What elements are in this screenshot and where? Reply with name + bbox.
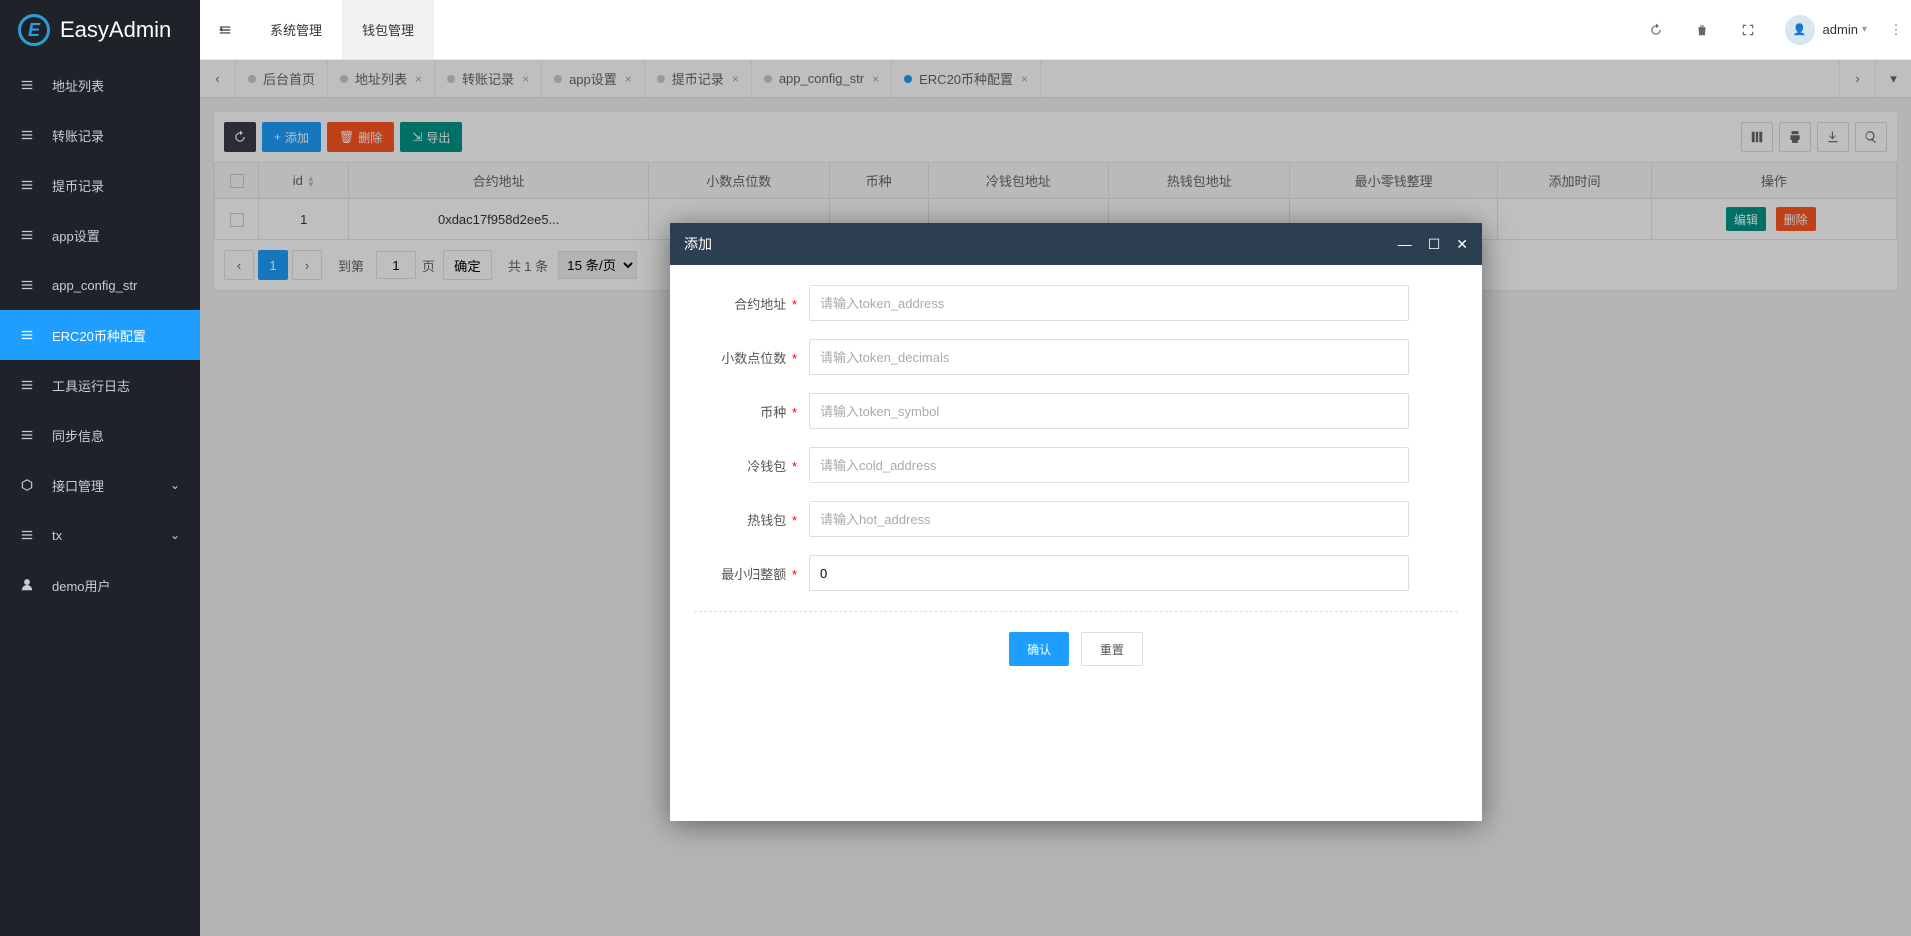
sidebar: E EasyAdmin 地址列表转账记录提币记录 app设置 app_config_… xyxy=(0,0,200,936)
label-token-decimals: 小数点位数 * xyxy=(694,348,809,367)
dialog-header[interactable]: 添加 — ☐ ✕ xyxy=(670,223,1482,265)
sidebar-item-label: 同步信息 xyxy=(52,426,104,445)
sidebar-item-label: app_config_str xyxy=(52,278,137,293)
form-divider xyxy=(694,611,1458,612)
list-icon xyxy=(20,228,40,242)
list-icon xyxy=(20,378,40,392)
sidebar-item-label: demo用户 xyxy=(52,576,111,595)
caret-down-icon: ▾ xyxy=(1862,24,1867,35)
list-icon xyxy=(20,328,40,342)
more-button[interactable]: ⋮ xyxy=(1881,22,1911,38)
sidebar-item-7[interactable]: 同步信息 xyxy=(0,410,200,460)
user-icon xyxy=(20,578,40,592)
menu-toggle-button[interactable] xyxy=(200,0,250,59)
dialog-reset-button[interactable]: 重置 xyxy=(1081,632,1143,666)
avatar: 👤 xyxy=(1785,15,1815,45)
expand-icon xyxy=(1741,23,1755,37)
sidebar-item-5[interactable]: ERC20币种配置 xyxy=(0,310,200,360)
sidebar-item-6[interactable]: 工具运行日志 xyxy=(0,360,200,410)
delete-top-button[interactable] xyxy=(1679,0,1725,59)
dialog-minimize-button[interactable]: — xyxy=(1398,236,1412,253)
input-hot-address[interactable] xyxy=(809,501,1409,537)
sidebar-item-2[interactable]: 提币记录 xyxy=(0,160,200,210)
top-tab-1[interactable]: 钱包管理 xyxy=(342,0,434,59)
input-cold-address[interactable] xyxy=(809,447,1409,483)
input-token-symbol[interactable] xyxy=(809,393,1409,429)
brand-text: EasyAdmin xyxy=(60,17,171,43)
cube-icon xyxy=(20,478,40,492)
refresh-icon xyxy=(1649,23,1663,37)
logo[interactable]: E EasyAdmin xyxy=(0,0,200,60)
list-icon xyxy=(20,178,40,192)
label-cold-address: 冷钱包 * xyxy=(694,456,809,475)
add-dialog: 添加 — ☐ ✕ 合约地址 * 小数点位数 * 币种 * 冷钱包 * xyxy=(670,223,1482,821)
sidebar-item-label: 工具运行日志 xyxy=(52,376,130,395)
fullscreen-button[interactable] xyxy=(1725,0,1771,59)
username: admin xyxy=(1823,22,1858,37)
label-min-amount: 最小归整额 * xyxy=(694,564,809,583)
sidebar-menu: 地址列表转账记录提币记录 app设置 app_config_str ERC20币种配置… xyxy=(0,60,200,936)
dialog-title: 添加 xyxy=(684,234,712,254)
list-icon xyxy=(20,528,40,542)
sidebar-item-0[interactable]: 地址列表 xyxy=(0,60,200,110)
sidebar-item-1[interactable]: 转账记录 xyxy=(0,110,200,160)
refresh-button[interactable] xyxy=(1633,0,1679,59)
label-hot-address: 热钱包 * xyxy=(694,510,809,529)
sidebar-item-10[interactable]: demo用户 xyxy=(0,560,200,610)
sidebar-item-label: ERC20币种配置 xyxy=(52,326,146,345)
sidebar-item-label: 提币记录 xyxy=(52,176,104,195)
dialog-maximize-button[interactable]: ☐ xyxy=(1428,236,1441,253)
user-dropdown[interactable]: 👤 admin ▾ xyxy=(1771,0,1881,59)
logo-icon: E xyxy=(18,14,50,46)
input-token-decimals[interactable] xyxy=(809,339,1409,375)
sidebar-item-label: 地址列表 xyxy=(52,76,104,95)
sidebar-item-label: 转账记录 xyxy=(52,126,104,145)
trash-icon xyxy=(1695,23,1709,37)
list-icon xyxy=(20,128,40,142)
sidebar-item-3[interactable]: app设置 xyxy=(0,210,200,260)
label-token-address: 合约地址 * xyxy=(694,294,809,313)
sidebar-item-9[interactable]: tx ⌄ xyxy=(0,510,200,560)
list-icon xyxy=(20,78,40,92)
label-token-symbol: 币种 * xyxy=(694,402,809,421)
chevron-down-icon: ⌄ xyxy=(170,478,180,492)
sidebar-item-label: 接口管理 xyxy=(52,476,104,495)
menu-collapse-icon xyxy=(218,23,232,37)
sidebar-item-4[interactable]: app_config_str xyxy=(0,260,200,310)
topbar: 系统管理钱包管理 👤 admin ▾ ⋮ xyxy=(200,0,1911,60)
top-tab-0[interactable]: 系统管理 xyxy=(250,0,342,59)
dialog-confirm-button[interactable]: 确认 xyxy=(1009,632,1069,666)
sidebar-item-8[interactable]: 接口管理 ⌄ xyxy=(0,460,200,510)
dialog-body: 合约地址 * 小数点位数 * 币种 * 冷钱包 * 热钱包 * 最小归整额 * xyxy=(670,265,1482,821)
sidebar-item-label: app设置 xyxy=(52,226,100,245)
list-icon xyxy=(20,428,40,442)
sidebar-item-label: tx xyxy=(52,528,62,543)
dialog-close-button[interactable]: ✕ xyxy=(1456,236,1468,253)
input-token-address[interactable] xyxy=(809,285,1409,321)
chevron-down-icon: ⌄ xyxy=(170,528,180,542)
list-icon xyxy=(20,278,40,292)
input-min-amount[interactable] xyxy=(809,555,1409,591)
